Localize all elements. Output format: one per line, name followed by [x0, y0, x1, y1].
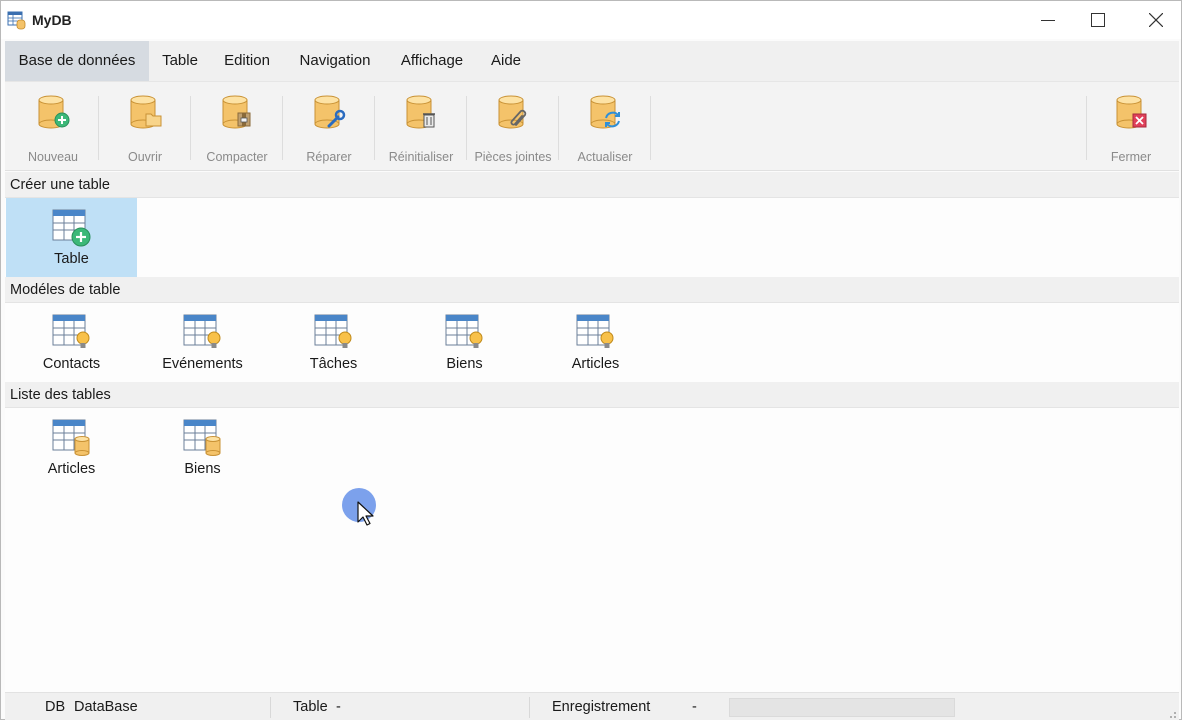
db-repair-icon	[314, 95, 346, 129]
minimize-icon	[1041, 20, 1055, 21]
status-progress-bar	[729, 698, 955, 717]
close-database-button[interactable]: Fermer	[1085, 82, 1177, 172]
template-label: Tâches	[309, 356, 358, 372]
template-tile-taches[interactable]: Tâches	[268, 303, 399, 382]
menu-table[interactable]: Table	[153, 41, 207, 81]
template-label: Biens	[446, 356, 483, 372]
table-template-icon	[576, 314, 614, 348]
table-label: Biens	[184, 461, 221, 477]
template-label: Articles	[571, 356, 620, 372]
menu-bar: Base de données Table Edition Navigation…	[5, 41, 1179, 81]
table-db-icon	[183, 419, 221, 456]
template-label: Evénements	[162, 356, 243, 372]
section-templates-header: Modéles de table	[5, 277, 1179, 303]
table-add-icon	[52, 209, 91, 247]
section-tables-header: Liste des tables	[5, 382, 1179, 408]
status-table-label: Table	[293, 699, 328, 715]
resize-grip-icon[interactable]	[1165, 707, 1177, 719]
section-tables: Articles Biens	[5, 408, 1179, 692]
table-template-icon	[314, 314, 352, 348]
refresh-label: Actualiser	[577, 150, 633, 164]
table-tile-biens[interactable]: Biens	[137, 408, 268, 487]
table-template-icon	[445, 314, 483, 348]
new-database-button[interactable]: Nouveau	[7, 82, 99, 172]
attachments-button[interactable]: Pièces jointes	[467, 82, 559, 172]
reset-database-label: Réinitialiser	[388, 150, 454, 164]
refresh-button[interactable]: Actualiser	[559, 82, 651, 172]
template-tile-articles[interactable]: Articles	[530, 303, 661, 382]
table-db-icon	[52, 419, 90, 456]
app-window: MyDB Base de données Table Edition Navig…	[0, 0, 1182, 720]
status-separator	[270, 697, 271, 718]
status-table-value: -	[336, 699, 341, 715]
toolbar: Nouveau Ouvrir Compacter Réparer Réiniti…	[5, 81, 1179, 171]
table-template-icon	[183, 314, 221, 348]
menu-navigation[interactable]: Navigation	[288, 41, 382, 81]
db-compact-icon	[222, 95, 251, 129]
attachments-label: Pièces jointes	[474, 150, 552, 164]
template-tile-biens[interactable]: Biens	[399, 303, 530, 382]
db-new-icon	[38, 95, 70, 129]
repair-database-button[interactable]: Réparer	[283, 82, 375, 172]
template-tile-evenements[interactable]: Evénements	[137, 303, 268, 382]
menu-base-de-donnees[interactable]: Base de données	[5, 41, 149, 81]
table-tile-articles[interactable]: Articles	[6, 408, 137, 487]
template-tile-contacts[interactable]: Contacts	[6, 303, 137, 382]
open-database-button[interactable]: Ouvrir	[99, 82, 191, 172]
maximize-icon	[1091, 13, 1105, 27]
status-bar: DB DataBase Table - Enregistrement -	[5, 692, 1179, 720]
section-create-table-header: Créer une table	[5, 172, 1179, 198]
title-bar: MyDB	[1, 1, 1181, 39]
menu-affichage[interactable]: Affichage	[390, 41, 474, 81]
toolbar-separator	[650, 96, 651, 160]
table-label: Articles	[47, 461, 96, 477]
new-database-label: Nouveau	[27, 150, 79, 164]
compact-database-button[interactable]: Compacter	[191, 82, 283, 172]
menu-aide[interactable]: Aide	[481, 41, 531, 81]
window-title: MyDB	[32, 12, 72, 28]
db-close-icon	[1116, 95, 1147, 129]
create-table-tile[interactable]: Table	[6, 198, 137, 277]
table-template-icon	[52, 314, 90, 348]
status-separator	[529, 697, 530, 718]
status-db-prefix: DB	[45, 699, 66, 715]
app-logo-icon	[7, 11, 26, 30]
close-window-button[interactable]	[1131, 1, 1181, 39]
close-icon	[1149, 13, 1163, 27]
status-record-label: Enregistrement	[552, 699, 651, 715]
close-database-label: Fermer	[1110, 150, 1152, 164]
section-create-table: Table	[5, 198, 1179, 277]
db-refresh-icon	[590, 95, 620, 129]
repair-database-label: Réparer	[306, 150, 352, 164]
db-reset-icon	[406, 95, 435, 129]
minimize-button[interactable]	[1023, 1, 1073, 39]
reset-database-button[interactable]: Réinitialiser	[375, 82, 467, 172]
menu-edition[interactable]: Edition	[213, 41, 281, 81]
db-open-icon	[130, 95, 162, 129]
template-label: Contacts	[42, 356, 101, 372]
open-database-label: Ouvrir	[127, 150, 163, 164]
create-table-label: Table	[54, 251, 89, 267]
mouse-cursor-icon	[357, 501, 374, 526]
status-record-value: -	[692, 699, 697, 715]
db-attachments-icon	[498, 95, 527, 129]
status-db-name: DataBase	[74, 699, 138, 715]
maximize-button[interactable]	[1073, 1, 1123, 39]
compact-database-label: Compacter	[206, 150, 268, 164]
section-templates: Contacts Evénements Tâches Biens Article…	[5, 303, 1179, 382]
